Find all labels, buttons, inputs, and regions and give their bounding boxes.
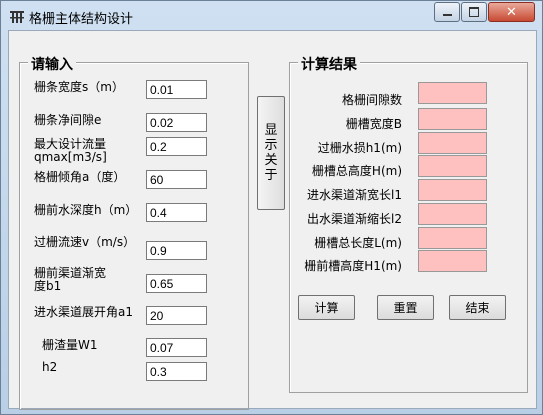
screenings-input[interactable] xyxy=(146,338,207,357)
maximize-button[interactable] xyxy=(461,2,487,22)
label-flow-velocity: 过栅流速v（m/s） xyxy=(34,235,136,249)
reset-button[interactable]: 重置 xyxy=(377,295,434,320)
result-label-front-height: 栅前槽高度H1(m) xyxy=(304,259,402,273)
label-water-depth: 栅前水深度h（m） xyxy=(34,203,138,217)
label-screenings: 栅渣量W1 xyxy=(42,338,98,352)
grid-angle-input[interactable] xyxy=(146,170,207,189)
result-label-inlet-length: 进水渠道渐宽长l1 xyxy=(307,188,402,202)
result-label-total-height: 栅槽总高度H(m) xyxy=(311,164,402,178)
bar-width-input[interactable] xyxy=(146,80,207,99)
label-h2: h2 xyxy=(42,360,58,374)
title-bar[interactable]: 格栅主体结构设计 ✕ xyxy=(1,1,542,31)
close-button[interactable]: ✕ xyxy=(488,2,535,22)
flow-velocity-input[interactable] xyxy=(146,241,207,260)
show-about-button[interactable]: 显示关于 xyxy=(257,96,285,210)
result-inlet-length[interactable] xyxy=(418,179,487,201)
input-group: 请输入 栅条宽度s（m） 栅条净间隙e 最大设计流量 qmax[m3/s] 格栅… xyxy=(19,54,249,410)
end-button[interactable]: 结束 xyxy=(449,295,506,320)
result-label-head-loss: 过栅水损h1(m) xyxy=(317,141,402,155)
max-flow-input[interactable] xyxy=(146,137,207,156)
result-channel-width[interactable] xyxy=(418,108,487,130)
window-title: 格栅主体结构设计 xyxy=(29,12,134,27)
expansion-angle-input[interactable] xyxy=(146,306,207,325)
result-label-gap-count: 格栅间隙数 xyxy=(341,93,402,107)
result-front-height[interactable] xyxy=(418,250,487,272)
water-depth-input[interactable] xyxy=(146,203,207,222)
result-gap-count[interactable] xyxy=(418,82,487,104)
channel-width-input[interactable] xyxy=(146,274,207,293)
maximize-icon xyxy=(469,7,479,17)
bar-gap-input[interactable] xyxy=(146,113,207,132)
calculate-button[interactable]: 计算 xyxy=(298,295,355,320)
result-outlet-length[interactable] xyxy=(418,203,487,225)
result-total-length[interactable] xyxy=(418,227,487,249)
label-channel-width: 栅前渠道渐宽 度b1 xyxy=(34,266,107,293)
app-window: 格栅主体结构设计 ✕ 请输入 栅条宽度s（m） 栅条净间隙e 最大设计流量 qm… xyxy=(0,0,543,415)
result-group: 计算结果 格栅间隙数 栅槽宽度B 过栅水损h1(m) 栅槽总高度H(m) 进水渠… xyxy=(289,54,528,393)
label-grid-angle: 格栅倾角a（度） xyxy=(34,170,126,184)
label-bar-width: 栅条宽度s（m） xyxy=(34,80,124,94)
result-label-total-length: 栅槽总长度L(m) xyxy=(314,236,402,250)
client-area: 请输入 栅条宽度s（m） 栅条净间隙e 最大设计流量 qmax[m3/s] 格栅… xyxy=(8,30,537,410)
h2-input[interactable] xyxy=(146,362,207,381)
input-group-title: 请输入 xyxy=(28,54,76,74)
grid-icon xyxy=(9,9,25,25)
label-expansion-angle: 进水渠道展开角a1 xyxy=(34,305,133,319)
close-icon: ✕ xyxy=(506,4,517,20)
result-label-channel-width: 栅槽宽度B xyxy=(345,117,402,131)
minimize-button[interactable] xyxy=(434,2,460,22)
result-head-loss[interactable] xyxy=(418,132,487,154)
result-label-outlet-length: 出水渠道渐缩长l2 xyxy=(307,212,402,226)
minimize-icon xyxy=(442,14,452,16)
result-group-title: 计算结果 xyxy=(298,54,360,74)
label-bar-gap: 栅条净间隙e xyxy=(34,113,102,127)
label-max-flow: 最大设计流量 qmax[m3/s] xyxy=(34,137,107,164)
result-total-height[interactable] xyxy=(418,155,487,177)
